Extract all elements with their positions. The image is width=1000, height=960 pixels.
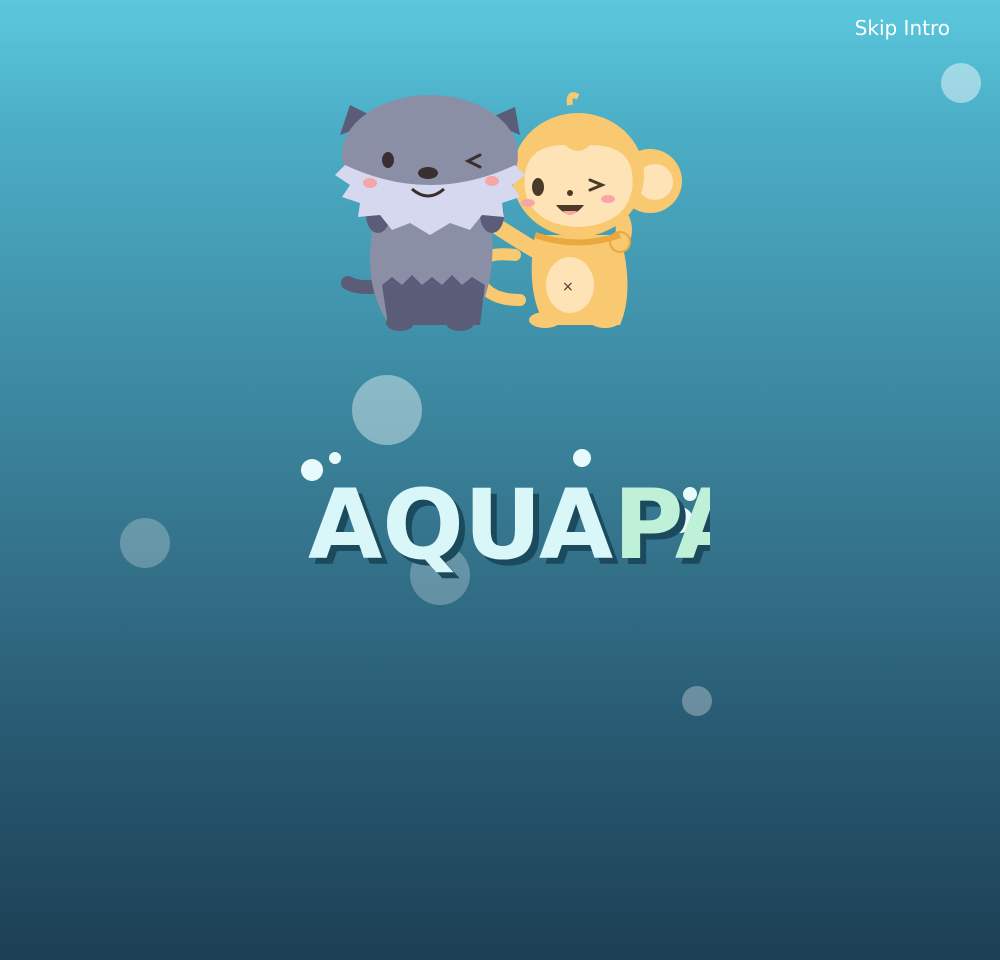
svg-text:AQUAPAL: AQUAPAL xyxy=(308,469,710,580)
bubble xyxy=(941,63,981,103)
logo-bubble xyxy=(329,452,341,464)
bubble xyxy=(352,375,422,445)
logo-text-aqua: AQUA xyxy=(308,469,613,580)
mascots-illustration: × xyxy=(335,92,682,331)
intro-screen: Skip Intro × AQUAP AQUAP xyxy=(0,0,1000,960)
logo-text-pal: PAL xyxy=(613,469,710,580)
logo-bubble xyxy=(573,449,591,467)
skip-intro-button[interactable]: Skip Intro xyxy=(855,14,950,42)
aquapal-logo: AQUAPAL AQUAPAL xyxy=(301,449,710,580)
svg-text:×: × xyxy=(562,279,574,295)
bubble xyxy=(682,686,712,716)
bubble xyxy=(120,518,170,568)
